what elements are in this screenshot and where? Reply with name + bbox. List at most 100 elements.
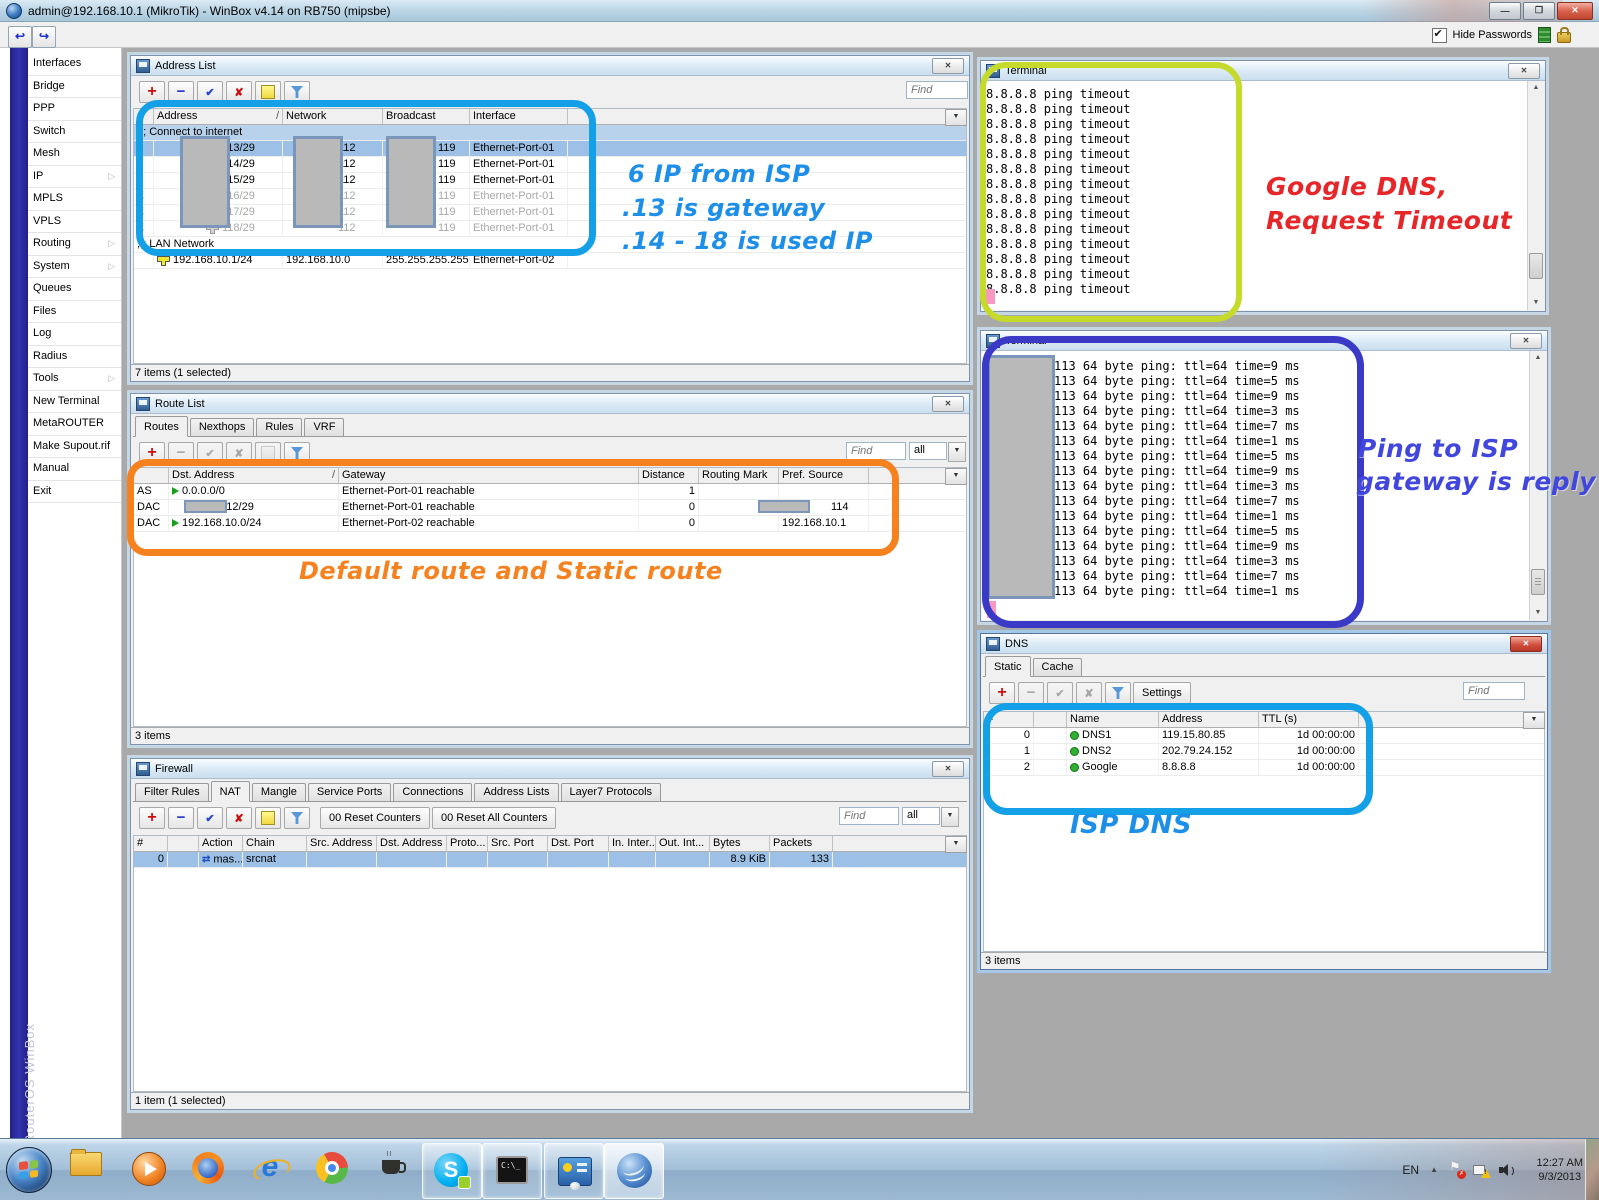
find-input[interactable] [846,442,906,460]
remove-button[interactable] [168,81,194,103]
coffee-app-icon[interactable] [382,1149,406,1174]
table-row[interactable]: DAC 192.168.10.0/24 Ethernet-Port-02 reach… [134,516,966,532]
sidebar-item-exit[interactable]: Exit [28,481,121,503]
column-header-flags[interactable]: # [984,712,1034,727]
enable-button[interactable] [197,81,223,103]
scroll-up-icon[interactable]: ▲ [1528,81,1544,95]
column-header-dst-address[interactable]: Dst. Address [377,836,447,851]
column-menu-dropdown-icon[interactable]: ▼ [945,109,967,126]
hide-passwords-checkbox[interactable] [1431,27,1447,43]
table-row[interactable]: 114/29 112 119 Ethernet-Port-01 [134,157,966,173]
sidebar-item-files[interactable]: Files [28,301,121,323]
column-header-flags[interactable] [134,468,169,483]
close-button[interactable]: ✕ [1557,1,1593,20]
table-row[interactable]: 192.168.10.1/24 192.168.10.0 255.255.255.2… [134,253,966,269]
table-row[interactable]: 113/29 112 119 Ethernet-Port-01 [134,141,966,157]
tab-mangle[interactable]: Mangle [251,783,306,801]
language-indicator[interactable]: EN [1402,1163,1419,1177]
add-button[interactable] [139,81,165,103]
table-row[interactable]: X 117/29 112 119 Ethernet-Port-01 [134,205,966,221]
comment-button[interactable] [255,81,281,103]
sidebar-item-radius[interactable]: Radius [28,346,121,368]
table-row[interactable]: X 118/29 112 119 Ethernet-Port-01 [134,221,966,237]
sidebar-item-manual[interactable]: Manual [28,458,121,481]
table-row[interactable]: 0 mas...srcnat 8.9 KiB133 [134,852,966,868]
sidebar-item-routing[interactable]: Routing ▷ [28,233,121,256]
sidebar-item-log[interactable]: Log [28,323,121,346]
tab-rules[interactable]: Rules [256,418,303,436]
column-menu-dropdown-icon[interactable]: ▼ [945,836,967,853]
sidebar-item-mesh[interactable]: Mesh [28,143,121,166]
firefox-icon[interactable] [192,1152,224,1184]
internet-explorer-icon[interactable]: e [254,1152,286,1184]
disable-button[interactable] [226,807,252,829]
dns-titlebar[interactable]: DNS [981,634,1547,654]
media-player-icon[interactable] [132,1152,166,1186]
restore-button[interactable]: ❐ [1523,1,1555,20]
sidebar-item-interfaces[interactable]: Interfaces [28,53,121,76]
close-icon[interactable] [932,395,964,412]
sidebar-item-new-terminal[interactable]: New Terminal [28,391,121,413]
column-header-in-inter[interactable]: In. Inter... [609,836,656,851]
close-icon[interactable] [932,57,964,74]
sidebar-item-ip[interactable]: IP ▷ [28,166,121,188]
scroll-up-icon[interactable]: ▲ [1530,351,1546,365]
column-header-pref-source[interactable]: Pref. Source [779,468,869,483]
terminal-titlebar[interactable]: Terminal [981,61,1545,81]
command-prompt-taskbar-button[interactable]: C:\_ [482,1143,542,1199]
show-desktop-button[interactable] [1585,1139,1599,1200]
column-header-name[interactable]: Name [1067,712,1159,727]
redo-button[interactable]: ↪ [32,26,56,48]
add-button[interactable] [139,807,165,829]
sidebar-item-tools[interactable]: Tools ▷ [28,368,121,391]
add-button[interactable] [989,682,1015,704]
table-row[interactable]: ;;; LAN Network [134,237,966,253]
column-header-dst-address[interactable]: Dst. Address / [169,468,339,483]
column-header-network[interactable]: Network [283,109,383,124]
filter-scope-dropdown-icon[interactable]: ▼ [941,807,959,827]
column-header-src-port[interactable]: Src. Port [488,836,548,851]
disable-button[interactable] [226,81,252,103]
column-header-dst-port[interactable]: Dst. Port [548,836,609,851]
comment-button[interactable] [255,807,281,829]
tab-connections[interactable]: Connections [393,783,473,801]
filter-button[interactable] [284,807,310,829]
tab-vrf[interactable]: VRF [304,418,345,436]
chrome-icon[interactable] [316,1152,348,1184]
reset-all-counters-button[interactable]: 00 Reset All Counters [432,807,557,829]
table-row[interactable]: 1 DNS2 202.79.24.152 1d 00:00:00 [984,744,1544,760]
filter-scope-select[interactable]: all [909,442,947,460]
column-header-routing-mark[interactable]: Routing Mark [699,468,779,483]
tab-static[interactable]: Static [985,656,1031,677]
route-list-titlebar[interactable]: Route List [131,394,969,414]
settings-app-taskbar-button[interactable] [544,1143,604,1199]
column-header-proto[interactable]: Proto... [447,836,488,851]
table-row[interactable]: ;;; Connect to internet [134,125,966,141]
column-header-broadcast[interactable]: Broadcast [383,109,470,124]
column-header-flags[interactable] [168,836,199,851]
sidebar-item-make-supout-rif[interactable]: Make Supout.rif [28,436,121,458]
start-button[interactable] [6,1147,52,1193]
table-row[interactable]: 0 DNS1 119.15.80.85 1d 00:00:00 [984,728,1544,744]
tray-expand-icon[interactable]: ▲ [1430,1165,1438,1174]
table-row[interactable]: DAC 112/29 Ethernet-Port-01 reachable 0 114 [134,500,966,516]
sidebar-item-switch[interactable]: Switch [28,121,121,143]
table-row[interactable]: AS 0.0.0.0/0 Ethernet-Port-01 reachable 1 [134,484,966,500]
column-header-action[interactable]: Action [199,836,243,851]
terminal-output[interactable]: 8.8.8.8 ping timeout 8.8.8.8 ping timeout… [982,81,1528,310]
explorer-icon[interactable] [70,1149,102,1176]
remove-button[interactable] [168,807,194,829]
column-menu-dropdown-icon[interactable]: ▼ [945,468,967,485]
column-header-flags[interactable] [134,109,154,124]
tab-filter-rules[interactable]: Filter Rules [135,783,209,801]
scroll-down-icon[interactable]: ▼ [1530,606,1546,620]
sidebar-item-queues[interactable]: Queues [28,278,121,301]
find-input[interactable] [1463,682,1525,700]
close-icon[interactable] [1508,62,1540,79]
find-input[interactable] [906,81,968,99]
column-header-bytes[interactable]: Bytes [710,836,770,851]
sidebar-item-system[interactable]: System ▷ [28,256,121,278]
column-header-packets[interactable]: Packets [770,836,833,851]
column-header-address[interactable]: Address / [154,109,283,124]
find-input[interactable] [839,807,899,825]
